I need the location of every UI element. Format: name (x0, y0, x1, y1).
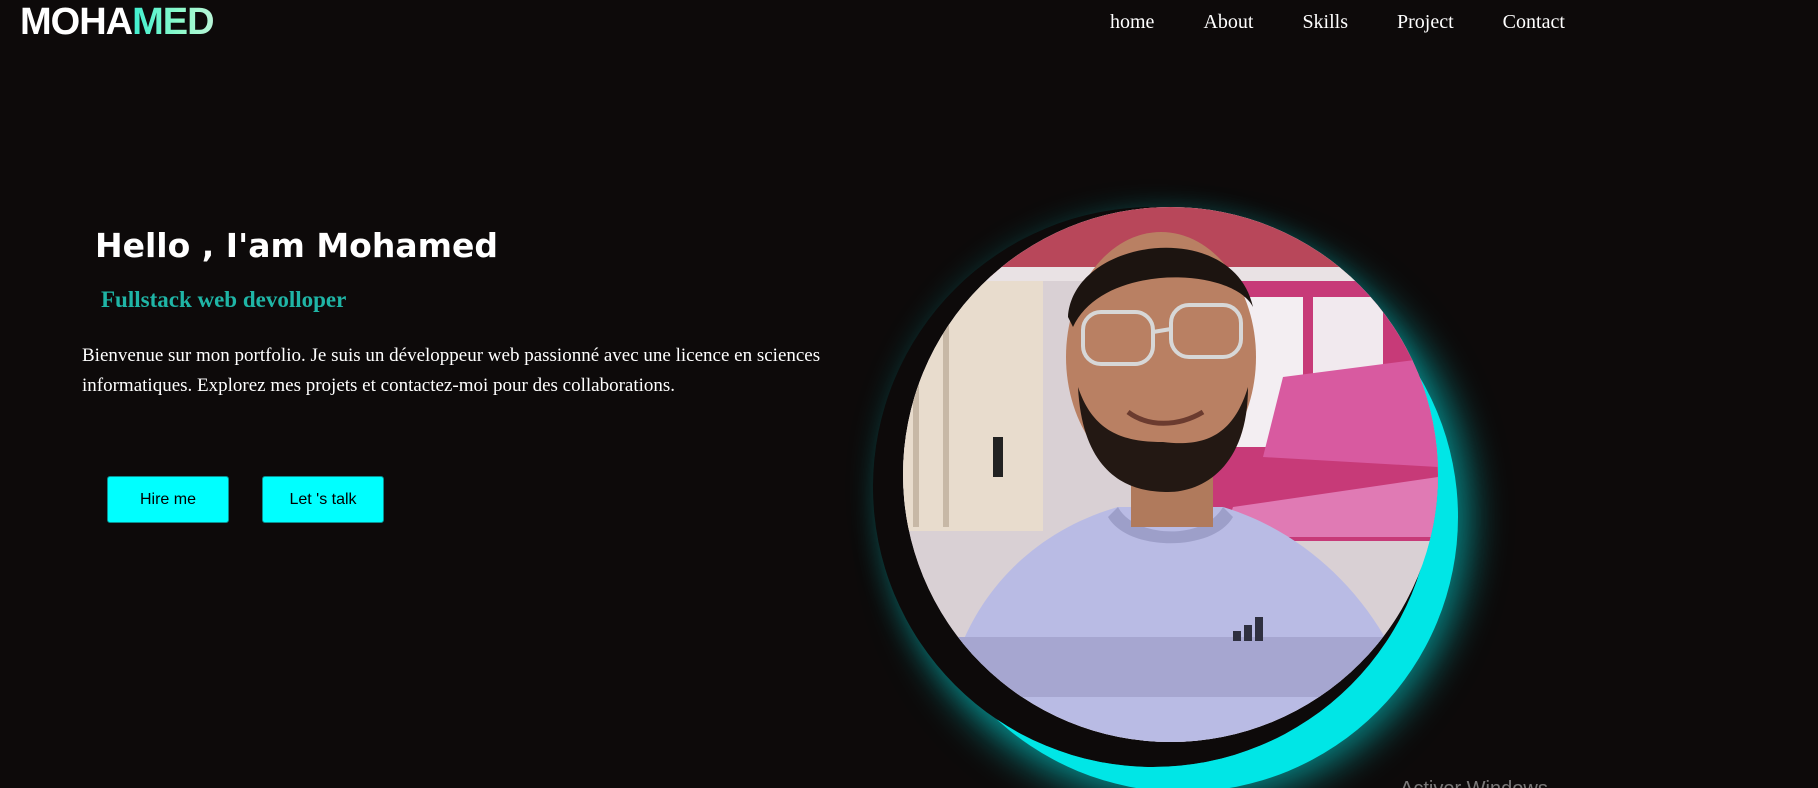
nav-link-project[interactable]: Project (1397, 8, 1454, 36)
lets-talk-button[interactable]: Let 's talk (262, 476, 384, 523)
hero-subtitle: Fullstack web devolloper (101, 287, 347, 312)
hire-me-button[interactable]: Hire me (107, 476, 229, 523)
profile-photo (903, 207, 1438, 742)
hero-title: Hello , I'am Mohamed (95, 226, 498, 265)
nav-link-about[interactable]: About (1203, 8, 1253, 36)
logo-text-accent: MED (132, 1, 214, 43)
activation-watermark: Activer Windows (1400, 778, 1548, 788)
profile-photo-illustration (903, 207, 1438, 742)
main-navigation: home About Skills Project Contact (1110, 8, 1614, 36)
logo-text-first: MOHA (20, 1, 133, 43)
site-logo[interactable]: MOHAMED (20, 1, 215, 43)
nav-link-skills[interactable]: Skills (1302, 8, 1348, 36)
hero-description: Bienvenue sur mon portfolio. Je suis un … (82, 345, 821, 396)
nav-link-contact[interactable]: Contact (1503, 8, 1565, 36)
nav-link-home[interactable]: home (1110, 8, 1154, 36)
